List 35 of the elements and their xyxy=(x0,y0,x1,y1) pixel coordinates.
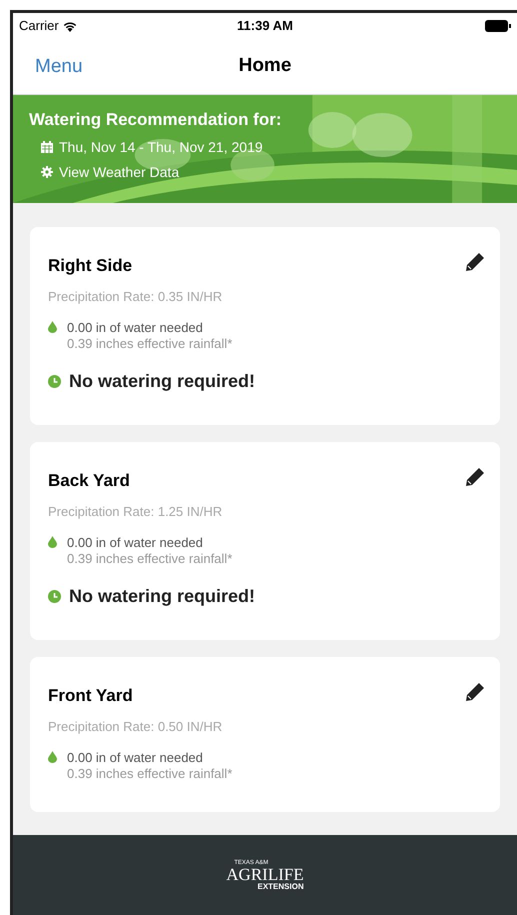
logo-main-text: AGRILIFE xyxy=(226,866,304,882)
pencil-icon[interactable] xyxy=(464,251,486,273)
zone-name: Back Yard xyxy=(48,470,130,492)
zone-name: Front Yard xyxy=(48,685,133,707)
status-time: 11:39 AM xyxy=(237,17,293,36)
water-drop-icon xyxy=(48,536,57,548)
carrier-label: Carrier xyxy=(19,17,59,36)
water-needed: 0.00 in of water needed xyxy=(67,320,204,336)
watering-status: No watering required! xyxy=(69,370,256,393)
nav-title: Home xyxy=(238,54,292,78)
banner-heading: Watering Recommendation for: xyxy=(29,109,282,131)
water-needed: 0.00 in of water needed xyxy=(67,535,204,551)
menu-button[interactable]: Menu xyxy=(35,53,83,82)
water-needed: 0.00 in of water needed xyxy=(67,750,204,766)
battery-icon xyxy=(484,20,511,32)
effective-rainfall: 0.39 inches effective rainfall* xyxy=(67,551,232,567)
effective-rainfall: 0.39 inches effective rainfall* xyxy=(67,766,232,782)
logo-bottom-text: EXTENSION xyxy=(257,882,304,890)
clock-icon xyxy=(48,590,61,603)
wifi-icon xyxy=(62,20,77,32)
water-drop-icon xyxy=(48,321,57,333)
precipitation-rate: Precipitation Rate: 0.50 IN/HR xyxy=(48,718,224,736)
calendar-icon xyxy=(41,141,53,153)
water-drop-icon xyxy=(48,751,57,763)
pencil-icon[interactable] xyxy=(464,681,486,703)
pencil-icon[interactable] xyxy=(464,466,486,488)
precipitation-rate: Precipitation Rate: 0.35 IN/HR xyxy=(48,288,224,306)
effective-rainfall: 0.39 inches effective rainfall* xyxy=(67,336,232,352)
watering-status: No watering required! xyxy=(69,585,256,608)
precipitation-rate: Precipitation Rate: 1.25 IN/HR xyxy=(48,502,224,521)
date-range: Thu, Nov 14 - Thu, Nov 21, 2019 xyxy=(59,138,263,156)
gear-icon xyxy=(41,166,53,178)
weather-data-link[interactable]: View Weather Data xyxy=(59,162,180,182)
zone-name: Right Side xyxy=(48,255,132,277)
clock-icon xyxy=(48,375,61,388)
